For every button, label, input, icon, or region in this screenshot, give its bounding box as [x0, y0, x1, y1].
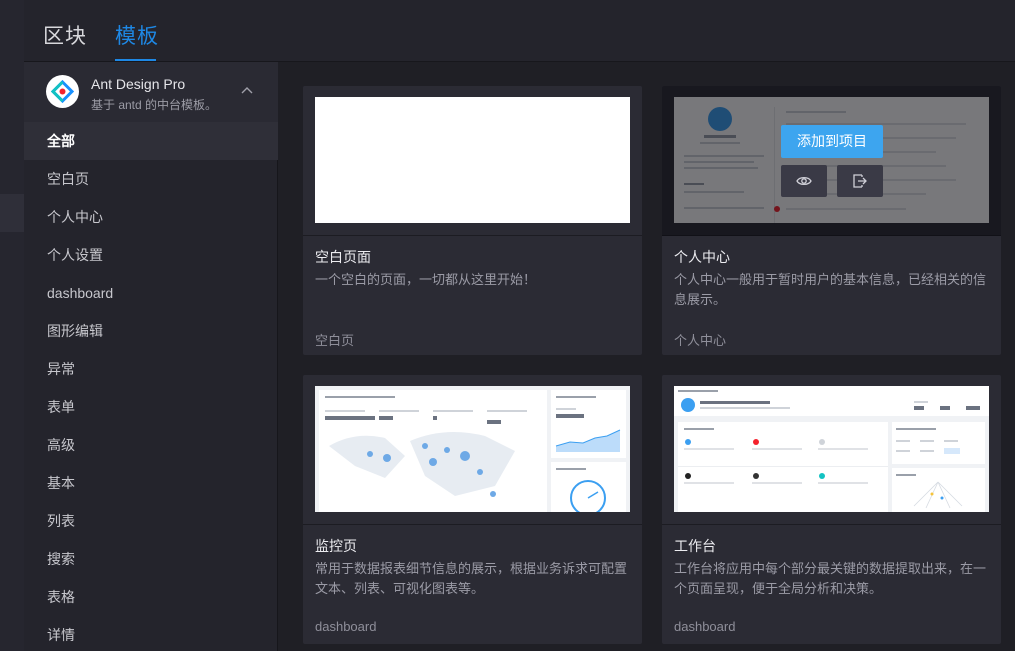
card-tag: 空白页 [315, 333, 355, 348]
menu-item-advanced[interactable]: 高级 [24, 426, 278, 464]
add-to-project-button[interactable]: 添加到项目 [781, 125, 883, 158]
tab-templates[interactable]: 模板 [115, 20, 159, 50]
monitor-page-preview [315, 386, 630, 512]
hover-overlay [662, 86, 1001, 236]
menu-item-detail[interactable]: 详情 [24, 616, 278, 651]
card-description: 一个空白的页面，一切都从这里开始！ [315, 272, 537, 287]
template-card-workplace[interactable]: 工作台 工作台将应用中每个部分最关键的数据提取出来，在一个页面呈现，便于全局分析… [662, 375, 1001, 644]
card-tag: 个人中心 [674, 333, 727, 348]
card-title: 工作台 [674, 538, 716, 554]
card-thumbnail-area [303, 375, 642, 525]
card-title: 监控页 [315, 538, 357, 554]
far-left-rail [0, 0, 24, 651]
menu-item-search[interactable]: 搜索 [24, 540, 278, 578]
menu-item-exception[interactable]: 异常 [24, 350, 278, 388]
card-thumbnail-area [662, 375, 1001, 525]
app-root: 区块 模板 Ant Design Pro 基于 antd 的中台模板。 全部 空… [0, 0, 1015, 651]
template-grid: 空白页面 一个空白的页面，一切都从这里开始！ 空白页 添加到项目 个人中心 个人… [279, 62, 1015, 651]
chevron-up-icon[interactable] [240, 84, 254, 98]
card-thumbnail-area [303, 86, 642, 236]
header-tabs: 区块 模板 [24, 0, 1015, 62]
active-tab-indicator [115, 59, 156, 61]
menu-item-form[interactable]: 表单 [24, 388, 278, 426]
menu-item-all[interactable]: 全部 [24, 122, 278, 160]
card-title: 空白页面 [315, 249, 371, 265]
sidebar: Ant Design Pro 基于 antd 的中台模板。 全部 空白页 个人中… [24, 62, 278, 651]
workplace-page-preview [674, 386, 989, 512]
card-description: 常用于数据报表细节信息的展示，根据业务诉求可配置文本、列表、可视化图表等。 [315, 561, 628, 596]
menu-item-profile[interactable]: 个人中心 [24, 198, 278, 236]
project-name: Ant Design Pro [91, 76, 186, 92]
ant-design-logo-icon [46, 75, 79, 108]
menu-item-dashboard[interactable]: dashboard [24, 274, 278, 312]
card-description: 工作台将应用中每个部分最关键的数据提取出来，在一个页面呈现，便于全局分析和决策。 [674, 561, 987, 596]
blank-page-preview [315, 97, 630, 223]
menu-item-basic[interactable]: 基本 [24, 464, 278, 502]
card-thumbnail-area: 添加到项目 [662, 86, 1001, 236]
template-card-monitor[interactable]: 监控页 常用于数据报表细节信息的展示，根据业务诉求可配置文本、列表、可视化图表等… [303, 375, 642, 644]
project-description: 基于 antd 的中台模板。 [91, 98, 218, 112]
card-title: 个人中心 [674, 249, 730, 265]
card-tag: dashboard [674, 619, 736, 634]
menu-item-list[interactable]: 列表 [24, 502, 278, 540]
menu-item-blank[interactable]: 空白页 [24, 160, 278, 198]
export-button[interactable] [837, 165, 883, 197]
menu-item-settings[interactable]: 个人设置 [24, 236, 278, 274]
category-menu: 全部 空白页 个人中心 个人设置 dashboard 图形编辑 异常 表单 高级… [24, 122, 278, 651]
menu-item-table[interactable]: 表格 [24, 578, 278, 616]
project-header[interactable]: Ant Design Pro 基于 antd 的中台模板。 [24, 62, 278, 122]
card-description: 个人中心一般用于暂时用户的基本信息，已经相关的信息展示。 [674, 272, 987, 307]
menu-item-editor[interactable]: 图形编辑 [24, 312, 278, 350]
card-tag: dashboard [315, 619, 377, 634]
tab-blocks[interactable]: 区块 [43, 20, 87, 50]
export-icon [853, 174, 867, 188]
preview-button[interactable] [781, 165, 827, 197]
eye-icon [796, 176, 812, 186]
rail-selected-item[interactable] [0, 194, 24, 232]
template-card-blank[interactable]: 空白页面 一个空白的页面，一切都从这里开始！ 空白页 [303, 86, 642, 355]
template-card-profile[interactable]: 添加到项目 个人中心 个人中心一般用于暂时用户的基本信息，已经相关的信息展示。 … [662, 86, 1001, 355]
